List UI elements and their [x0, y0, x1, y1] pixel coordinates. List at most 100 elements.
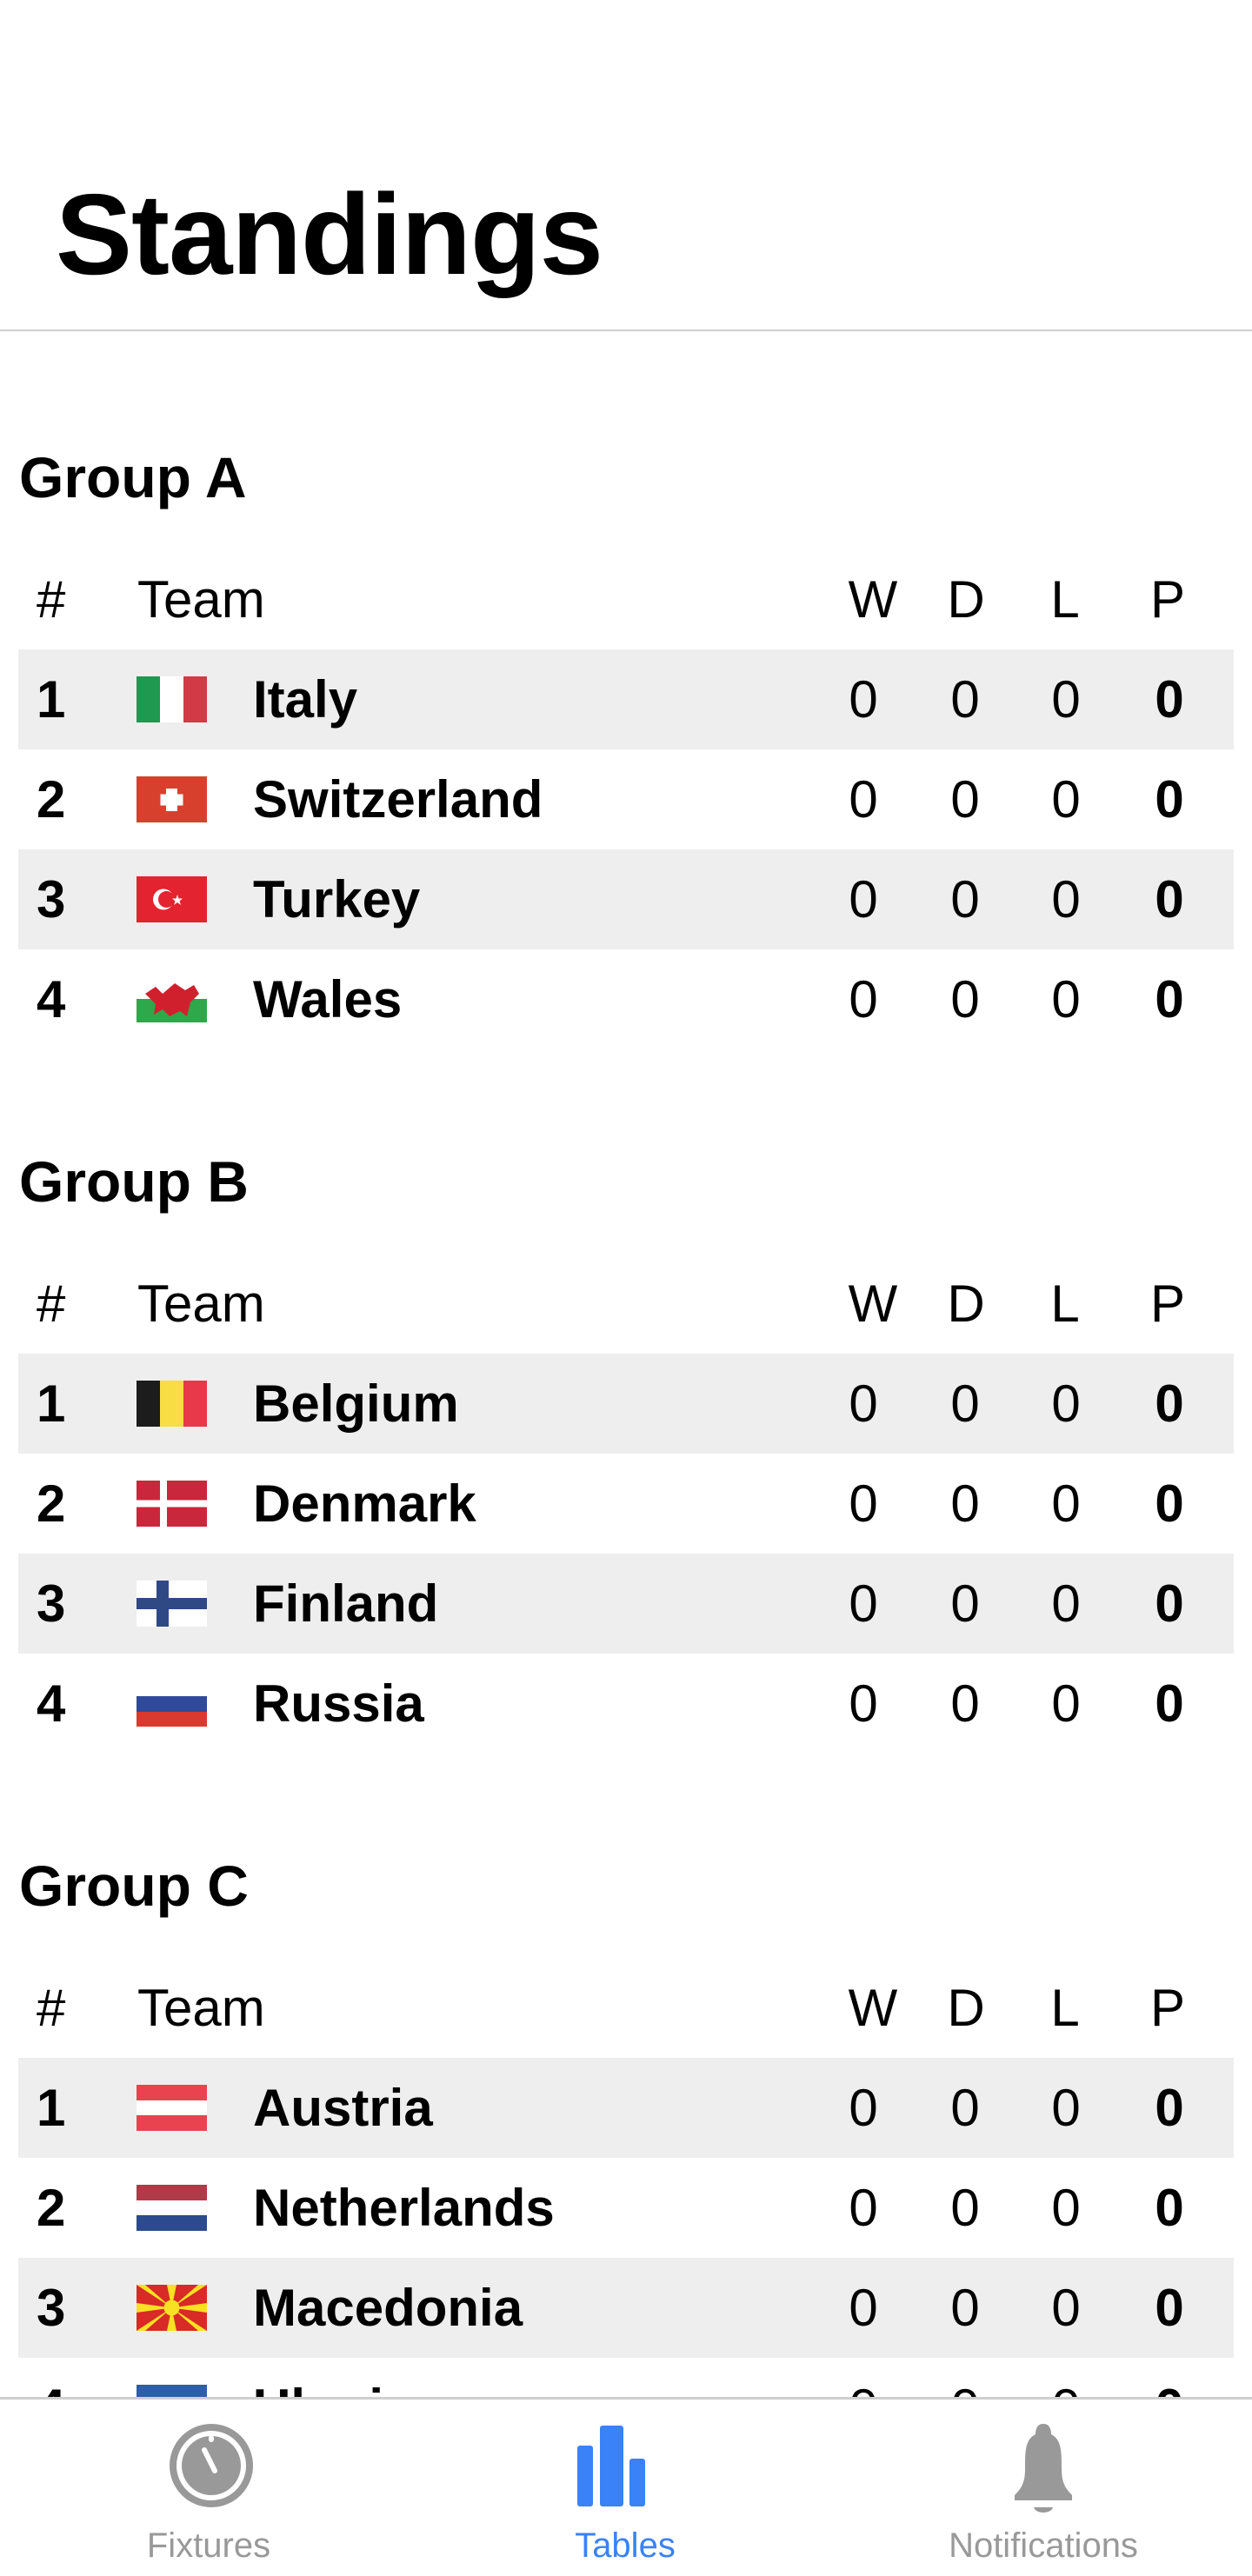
group-heading: Group A	[19, 445, 247, 509]
team-name: Macedonia	[253, 2279, 523, 2337]
team-losses: 0	[1051, 1375, 1081, 1433]
table-row[interactable]: 1 Italy 0 0 0 0	[18, 649, 1234, 749]
table-header-row: # Team W D L P	[0, 1959, 1252, 2058]
team-draws: 0	[950, 670, 980, 729]
header-wins: W	[848, 570, 898, 629]
table-row[interactable]: 2 Denmark 0 0 0 0	[18, 1454, 1234, 1554]
header-team: Team	[137, 1275, 265, 1333]
header-losses: L	[1050, 570, 1080, 629]
team-rank: 4	[37, 2358, 65, 2397]
team-rank: 4	[37, 1674, 66, 1733]
header-losses: L	[1050, 1979, 1080, 2037]
team-rank: 4	[37, 970, 66, 1028]
team-wins: 0	[849, 1674, 878, 1733]
team-points: 0	[1135, 2358, 1204, 2397]
navigation-bar: Standings	[0, 0, 1252, 331]
team-points: 0	[1155, 770, 1184, 829]
team-points: 0	[1155, 2079, 1184, 2137]
team-name: Belgium	[253, 1375, 459, 1433]
team-wins: 0	[849, 670, 878, 729]
team-name: Wales	[253, 970, 403, 1028]
switzerland-flag-icon	[137, 776, 207, 822]
team-draws: 0	[950, 2079, 980, 2137]
team-losses: 0	[1051, 670, 1081, 729]
team-draws: 0	[950, 870, 980, 929]
team-name: Finland	[253, 1574, 439, 1633]
team-points: 0	[1155, 870, 1184, 929]
bar-chart-icon	[577, 2426, 645, 2506]
tab-tables[interactable]: Tables	[451, 2400, 799, 2576]
stopwatch-icon	[170, 2424, 253, 2507]
header-points: P	[1149, 1979, 1186, 2037]
austria-flag-icon	[137, 2085, 207, 2131]
standings-scroll-view[interactable]: Group A # Team W D L P 1 Italy 0 0 0 0 2…	[0, 331, 1252, 2397]
group-heading: Group B	[19, 1149, 249, 1214]
team-name: Netherlands	[253, 2179, 555, 2237]
header-rank: #	[37, 1275, 66, 1333]
team-rank: 2	[37, 770, 66, 829]
team-draws: 0	[930, 2358, 1000, 2397]
team-rank: 1	[37, 1375, 66, 1433]
team-losses: 0	[1051, 2079, 1081, 2137]
table-header-row: # Team W D L P	[0, 1255, 1252, 1354]
team-rank: 2	[37, 2179, 66, 2237]
tab-label: Tables	[575, 2526, 676, 2565]
team-rank: 3	[37, 2279, 66, 2337]
table-row[interactable]: 1 Austria 0 0 0 0	[18, 2058, 1234, 2158]
tab-notifications[interactable]: Notifications	[869, 2400, 1217, 2576]
team-losses: 0	[1051, 1474, 1081, 1533]
group-table: Group C # Team W D L P 1 Austria 0 0 0 0…	[0, 1834, 1252, 2397]
team-losses: 0	[1051, 2279, 1081, 2337]
header-team: Team	[137, 570, 265, 629]
team-name: Ukraine	[253, 2358, 444, 2397]
team-draws: 0	[950, 1574, 980, 1633]
page-title: Standings	[56, 170, 603, 298]
team-rank: 1	[37, 2079, 66, 2137]
header-losses: L	[1050, 1275, 1080, 1333]
netherlands-flag-icon	[137, 2185, 207, 2231]
table-row[interactable]: 3 Macedonia 0 0 0 0	[18, 2258, 1234, 2358]
table-row[interactable]: 4 Russia 0 0 0 0	[18, 1654, 1234, 1754]
tab-fixtures[interactable]: Fixtures	[35, 2400, 383, 2576]
team-wins: 0	[829, 2358, 898, 2397]
header-draws: D	[947, 1979, 985, 2037]
header-draws: D	[947, 1275, 985, 1333]
team-rank: 3	[37, 1574, 66, 1633]
header-wins: W	[848, 1275, 898, 1333]
table-row[interactable]: 3 Turkey 0 0 0 0	[18, 849, 1234, 949]
table-header-row: # Team W D L P	[0, 550, 1252, 649]
team-name: Austria	[253, 2079, 433, 2137]
group-table: Group A # Team W D L P 1 Italy 0 0 0 0 2…	[0, 425, 1252, 1049]
table-row[interactable]: 3 Finland 0 0 0 0	[18, 1554, 1234, 1654]
team-wins: 0	[849, 2279, 878, 2337]
header-team: Team	[137, 1979, 265, 2037]
team-wins: 0	[849, 1474, 878, 1533]
team-losses: 0	[1051, 2179, 1081, 2237]
team-points: 0	[1155, 970, 1184, 1028]
team-points: 0	[1155, 2279, 1184, 2337]
table-row[interactable]: 4 Wales 0 0 0 0	[18, 949, 1234, 1049]
tab-label: Fixtures	[146, 2526, 271, 2565]
header-rank: #	[37, 570, 66, 629]
team-wins: 0	[849, 2179, 878, 2237]
team-wins: 0	[849, 870, 878, 929]
table-row[interactable]: 2 Switzerland 0 0 0 0	[18, 749, 1234, 849]
team-points: 0	[1155, 1474, 1184, 1533]
team-points: 0	[1155, 1375, 1184, 1433]
team-points: 0	[1155, 1574, 1184, 1633]
italy-flag-icon	[137, 676, 207, 722]
team-rank: 2	[37, 1474, 66, 1533]
team-name: Russia	[253, 1674, 424, 1733]
team-draws: 0	[950, 2179, 980, 2237]
team-draws: 0	[950, 1674, 980, 1733]
table-row[interactable]: 4 Ukraine 0 0 0 0	[18, 2358, 1234, 2397]
table-row[interactable]: 2 Netherlands 0 0 0 0	[18, 2158, 1234, 2258]
team-draws: 0	[950, 1375, 980, 1433]
team-wins: 0	[849, 1574, 878, 1633]
team-name: Turkey	[253, 870, 421, 929]
table-row[interactable]: 1 Belgium 0 0 0 0	[18, 1354, 1234, 1454]
finland-flag-icon	[137, 1581, 207, 1627]
team-points: 0	[1155, 2179, 1184, 2237]
tab-label: Notifications	[949, 2526, 1138, 2565]
team-name: Italy	[253, 670, 358, 729]
